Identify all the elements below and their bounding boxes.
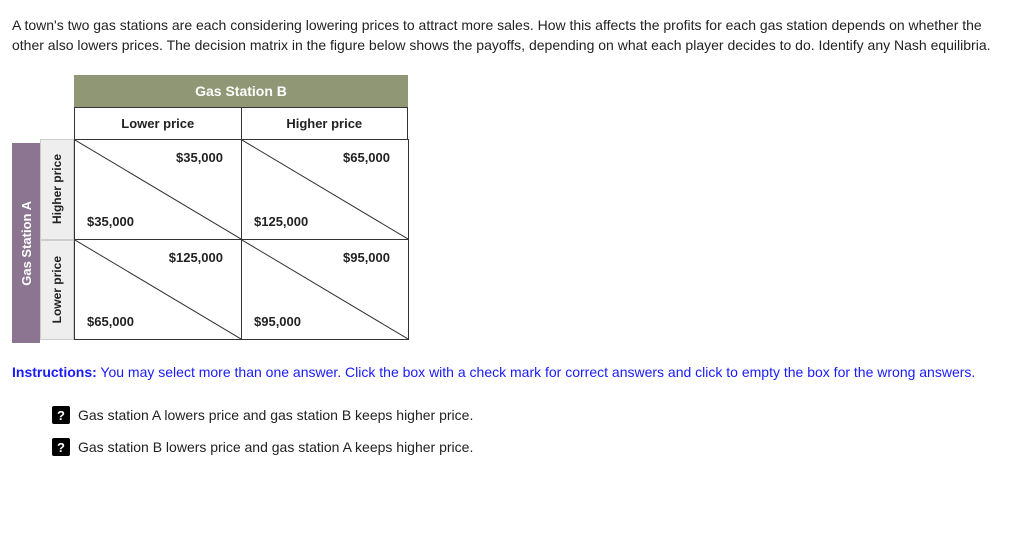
payoff-a: $95,000 <box>254 314 301 329</box>
row-headers: Higher price Lower price <box>40 139 74 340</box>
instructions-text: You may select more than one answer. Cli… <box>97 364 976 380</box>
payoff-b: $65,000 <box>343 150 390 165</box>
payoff-b: $35,000 <box>176 150 223 165</box>
payoff-b: $125,000 <box>169 250 223 265</box>
answer-list: ? Gas station A lowers price and gas sta… <box>12 406 1002 456</box>
cell-higher-higher: $65,000 $125,000 <box>241 139 408 239</box>
row-header-higher: Higher price <box>40 139 74 240</box>
instructions: Instructions: You may select more than o… <box>12 363 1002 382</box>
column-headers: Lower price Higher price <box>74 107 408 139</box>
col-header-higher: Higher price <box>241 108 408 139</box>
row-header-lower: Lower price <box>40 240 74 341</box>
instructions-label: Instructions: <box>12 364 97 380</box>
cell-lower-lower: $125,000 $65,000 <box>74 239 241 339</box>
payoff-matrix: Gas Station A Gas Station B Lower price … <box>12 75 1002 343</box>
payoff-a: $35,000 <box>87 214 134 229</box>
question-text: A town's two gas stations are each consi… <box>12 16 1002 55</box>
player-b-label: Gas Station B <box>74 75 408 107</box>
answer-text: Gas station B lowers price and gas stati… <box>78 439 473 455</box>
checkbox[interactable]: ? <box>52 406 70 424</box>
col-header-lower: Lower price <box>74 108 241 139</box>
cell-higher-lower: $35,000 $35,000 <box>74 139 241 239</box>
player-a-label: Gas Station A <box>12 143 40 343</box>
cell-lower-higher: $95,000 $95,000 <box>241 239 408 339</box>
payoff-a: $65,000 <box>87 314 134 329</box>
answer-option: ? Gas station A lowers price and gas sta… <box>52 406 1002 424</box>
player-a-text: Gas Station A <box>19 201 34 286</box>
answer-option: ? Gas station B lowers price and gas sta… <box>52 438 1002 456</box>
answer-text: Gas station A lowers price and gas stati… <box>78 407 473 423</box>
checkbox[interactable]: ? <box>52 438 70 456</box>
payoff-b: $95,000 <box>343 250 390 265</box>
payoff-a: $125,000 <box>254 214 308 229</box>
